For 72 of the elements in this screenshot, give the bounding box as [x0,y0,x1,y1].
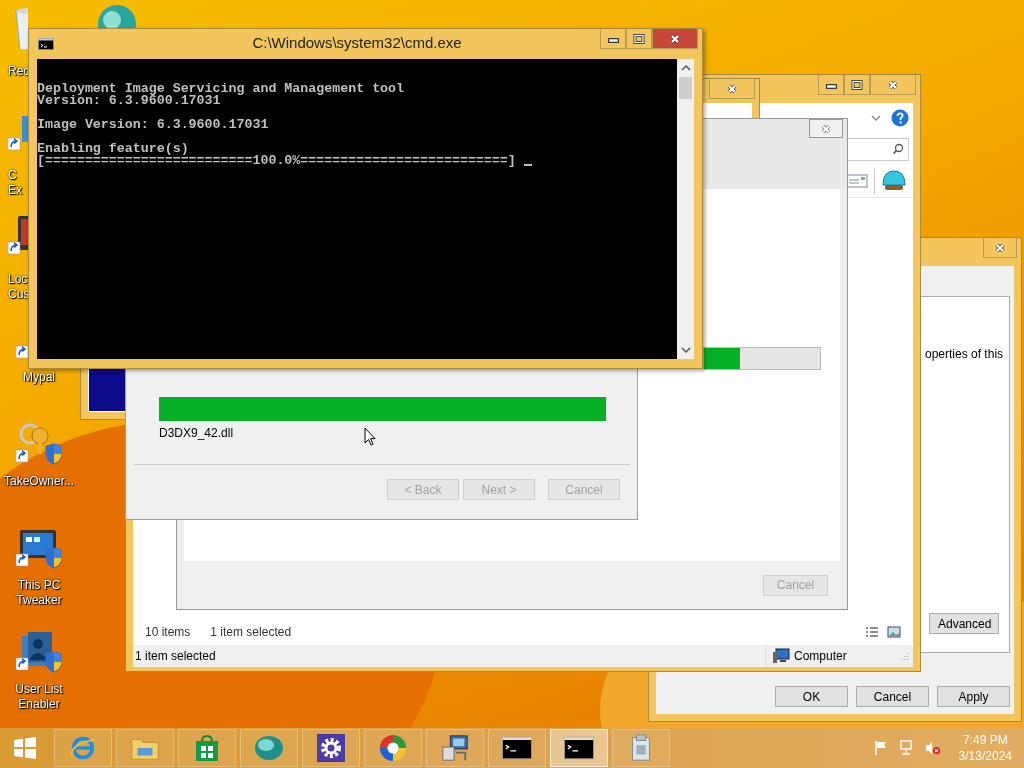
scroll-thumb[interactable] [679,77,692,99]
icon-label[interactable]: This PC Tweaker [16,578,62,608]
app-icon [254,734,284,762]
scroll-up-icon[interactable] [680,64,691,72]
icon-label[interactable]: TakeOwner... [4,474,74,489]
scroll-down-icon[interactable] [680,346,691,354]
close-icon [994,241,1006,254]
taskbar-button[interactable] [550,729,608,767]
icon-label[interactable]: Loc Cus [0,272,30,302]
help-icon[interactable] [891,109,909,127]
status-text: 1 item selected [135,649,216,663]
minimize-icon [825,84,837,89]
location-text: Computer [794,649,847,663]
settings-icon [316,734,346,762]
card-icon[interactable] [846,173,868,189]
close-icon [669,32,681,45]
close-icon [726,82,738,95]
console-icon [564,734,594,762]
description-text: operties of this [925,347,1004,361]
minimize-button[interactable] [600,29,626,49]
text-cursor [523,164,532,166]
volume-muted-icon[interactable] [924,740,941,756]
computer-icon [440,734,470,762]
icon-label[interactable]: User List Enabler [15,682,63,712]
maximize-icon [851,78,863,91]
color-wheel-icon [378,734,408,762]
close-button[interactable] [652,29,698,49]
console-line: Deployment Image Servicing and Management tool [37,83,405,95]
dialog-button[interactable]: OK [775,686,848,707]
clock[interactable]: 7:49 PM 3/13/2024 [958,732,1012,764]
resize-grip-icon[interactable] [901,652,909,660]
mouse-cursor [364,427,376,446]
thumbnail-view-icon[interactable] [887,626,901,638]
window-title: C:\Windows\system32\cmd.exe [251,34,463,51]
console-line: Enabling feature(s) [37,143,189,155]
start-icon [13,736,37,760]
icon-label[interactable]: Rec [0,64,30,79]
chevron-icon[interactable] [871,113,881,123]
maximize-icon [633,32,645,45]
maximize-button[interactable] [844,75,870,95]
advanced-button[interactable]: Advanced [929,613,999,634]
minimize-button[interactable] [818,75,844,95]
close-icon [887,78,899,91]
flag-icon[interactable] [872,740,889,756]
shell-icon[interactable] [881,169,907,193]
icon-label[interactable]: Mypal [23,370,55,385]
close-button[interactable] [809,119,843,138]
console-line: [==========================100.0%==========================] [37,155,516,167]
close-button[interactable] [983,238,1017,258]
icon-label[interactable]: C Ex [0,168,22,198]
taskbar-button[interactable] [302,729,360,767]
file-name: D3DX9_42.dll [159,426,234,440]
console-line: Version: 6.3.9600.17031 [37,95,221,107]
minimize-icon [607,38,619,43]
dialog-button[interactable]: Cancel [856,686,929,707]
selection-count: 1 item selected [210,625,292,639]
console-icon [38,38,54,50]
keys-icon[interactable] [16,422,62,466]
details-view-icon[interactable] [865,626,879,638]
taskbar-button[interactable] [488,729,546,767]
console-icon [502,734,532,762]
users-icon[interactable] [16,630,62,674]
clock-date: 3/13/2024 [958,748,1012,764]
dialog-button[interactable]: Apply [937,686,1010,707]
close-button[interactable] [709,79,755,99]
search-icon [892,143,904,155]
scrollbar[interactable] [677,59,694,359]
item-count: 10 items [145,625,191,639]
console-line: Image Version: 6.3.9600.17031 [37,119,269,131]
clock-time: 7:49 PM [962,732,1008,748]
computer-icon [772,648,790,664]
close-icon [820,122,832,135]
